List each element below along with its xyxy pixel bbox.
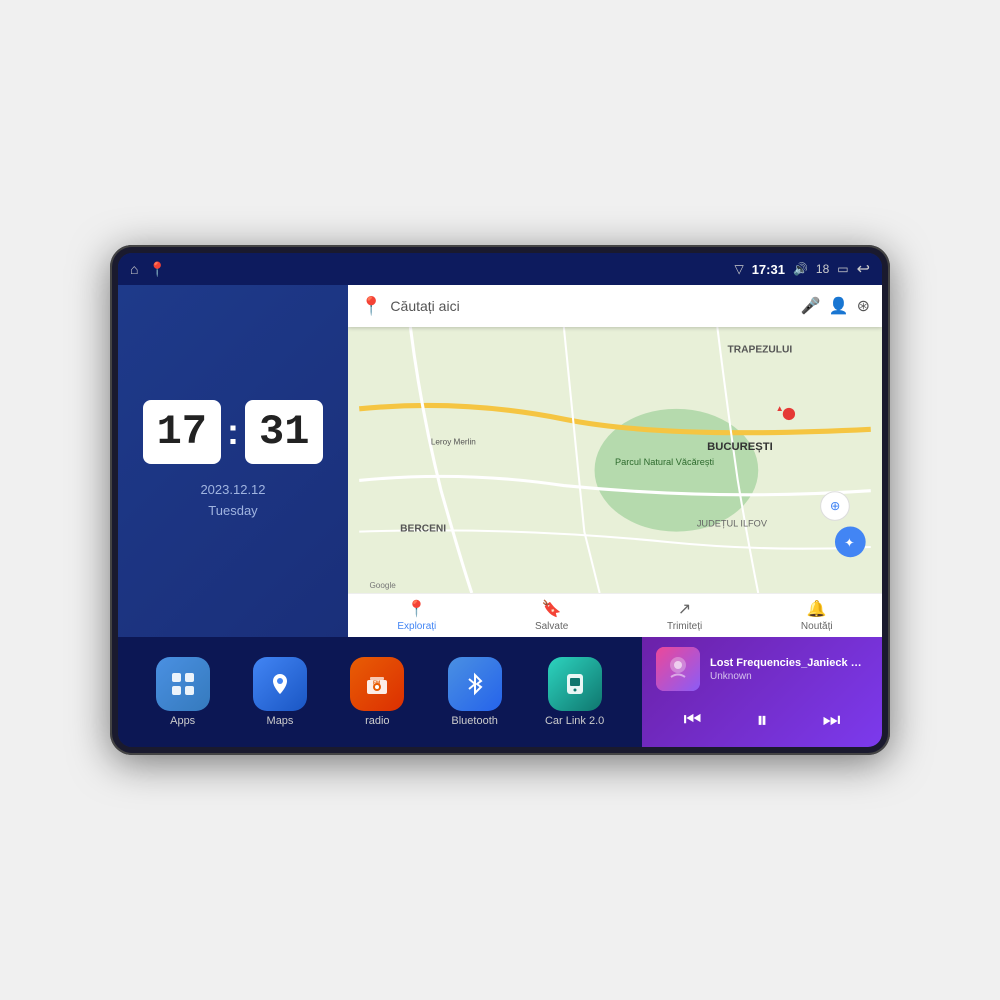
map-search-actions: 🎤 👤 ⊛ (801, 296, 870, 316)
apps-panel: Apps Maps (118, 637, 642, 747)
volume-icon: 🔊 (793, 262, 808, 276)
bottom-section: Apps Maps (118, 637, 882, 747)
radio-label: radio (365, 715, 389, 727)
map-nav-news[interactable]: 🔔 Noutăți (801, 599, 833, 632)
music-top: Lost Frequencies_Janieck Devy-... Unknow… (656, 647, 868, 691)
map-layers-icon[interactable]: ⊛ (857, 296, 870, 316)
svg-text:▲: ▲ (776, 404, 784, 413)
svg-text:BERCENI: BERCENI (400, 524, 446, 535)
music-artist: Unknown (710, 671, 868, 682)
main-area: 17 : 31 2023.12.12 Tuesday 📍 Căutați aic… (118, 285, 882, 747)
svg-text:⊕: ⊕ (830, 499, 840, 513)
svg-text:TRAPEZULUI: TRAPEZULUI (728, 345, 793, 356)
map-nav-news-label: Noutăți (801, 621, 833, 632)
map-search-bar[interactable]: 📍 Căutați aici 🎤 👤 ⊛ (348, 285, 882, 327)
map-explore-icon: 📍 (407, 599, 427, 619)
signal-icon: ▽ (734, 262, 743, 276)
map-bottom-bar: 📍 Explorați 🔖 Salvate ↗ Trimiteți 🔔 (348, 593, 882, 637)
apps-icon (156, 657, 210, 711)
map-nav-saved-label: Salvate (535, 621, 568, 632)
map-nav-explore-label: Explorați (397, 621, 436, 632)
svg-text:BUCUREȘTI: BUCUREȘTI (707, 441, 773, 453)
maps-shortcut-icon[interactable]: 📍 (148, 261, 165, 278)
device-frame: ⌂ 📍 ▽ 17:31 🔊 18 ▭ ↩ 17 : (110, 245, 890, 755)
map-nav-saved[interactable]: 🔖 Salvate (535, 599, 568, 632)
music-play-pause-button[interactable]: ⏸ (746, 703, 777, 737)
clock-hour: 17 (143, 400, 221, 464)
radio-icon: FM (350, 657, 404, 711)
carlink-label: Car Link 2.0 (545, 715, 604, 727)
screen: ⌂ 📍 ▽ 17:31 🔊 18 ▭ ↩ 17 : (118, 253, 882, 747)
music-next-button[interactable]: ⏭ (812, 705, 850, 736)
svg-text:Parcul Natural Văcărești: Parcul Natural Văcărești (615, 457, 714, 467)
maps-icon (253, 657, 307, 711)
back-icon[interactable]: ↩ (857, 259, 870, 279)
music-prev-button[interactable]: ⏮ (673, 705, 711, 736)
music-controls: ⏮ ⏸ ⏭ (656, 703, 868, 737)
music-panel: Lost Frequencies_Janieck Devy-... Unknow… (642, 637, 882, 747)
map-voice-icon[interactable]: 🎤 (801, 296, 821, 316)
home-icon[interactable]: ⌂ (130, 261, 138, 277)
music-info: Lost Frequencies_Janieck Devy-... Unknow… (710, 657, 868, 682)
app-item-apps[interactable]: Apps (156, 657, 210, 727)
battery-level: 18 (816, 262, 829, 276)
status-time: 17:31 (752, 262, 785, 277)
map-content: TRAPEZULUI BUCUREȘTI JUDEȚUL ILFOV BERCE… (348, 327, 882, 593)
svg-text:JUDEȚUL ILFOV: JUDEȚUL ILFOV (697, 519, 768, 529)
app-item-maps[interactable]: Maps (253, 657, 307, 727)
map-search-pin-icon: 📍 (360, 296, 382, 317)
carlink-icon (548, 657, 602, 711)
battery-icon: ▭ (837, 262, 848, 276)
top-section: 17 : 31 2023.12.12 Tuesday 📍 Căutați aic… (118, 285, 882, 637)
svg-text:Leroy Merlin: Leroy Merlin (431, 438, 476, 447)
map-nav-send[interactable]: ↗ Trimiteți (667, 599, 702, 632)
app-item-carlink[interactable]: Car Link 2.0 (545, 657, 604, 727)
map-news-icon: 🔔 (807, 599, 827, 619)
maps-label: Maps (267, 715, 294, 727)
map-saved-icon: 🔖 (542, 599, 562, 619)
svg-text:✦: ✦ (844, 536, 854, 550)
clock-minute: 31 (245, 400, 323, 464)
clock-display: 17 : 31 (143, 400, 324, 464)
map-nav-send-label: Trimiteți (667, 621, 702, 632)
status-right-info: ▽ 17:31 🔊 18 ▭ ↩ (734, 259, 870, 279)
map-search-placeholder[interactable]: Căutați aici (390, 298, 792, 314)
map-nav-explore[interactable]: 📍 Explorați (397, 599, 436, 632)
bluetooth-label: Bluetooth (451, 715, 497, 727)
map-account-icon[interactable]: 👤 (829, 296, 849, 316)
status-left-icons: ⌂ 📍 (130, 261, 166, 278)
clock-date: 2023.12.12 Tuesday (200, 480, 265, 522)
clock-date-value: 2023.12.12 (200, 480, 265, 501)
svg-text:Google: Google (369, 581, 396, 590)
music-title: Lost Frequencies_Janieck Devy-... (710, 657, 868, 669)
music-thumbnail (656, 647, 700, 691)
svg-text:FM: FM (373, 681, 380, 687)
clock-panel: 17 : 31 2023.12.12 Tuesday (118, 285, 348, 637)
map-panel[interactable]: 📍 Căutați aici 🎤 👤 ⊛ (348, 285, 882, 637)
bluetooth-icon (448, 657, 502, 711)
map-send-icon: ↗ (678, 599, 691, 619)
app-item-radio[interactable]: FM radio (350, 657, 404, 727)
status-bar: ⌂ 📍 ▽ 17:31 🔊 18 ▭ ↩ (118, 253, 882, 285)
apps-label: Apps (170, 715, 195, 727)
app-item-bluetooth[interactable]: Bluetooth (448, 657, 502, 727)
clock-day: Tuesday (200, 501, 265, 522)
clock-colon: : (227, 414, 239, 450)
